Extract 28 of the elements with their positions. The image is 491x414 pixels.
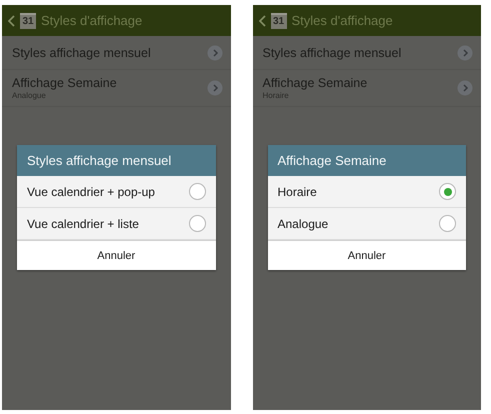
back-icon[interactable] xyxy=(8,14,15,26)
option-row[interactable]: Horaire xyxy=(268,176,466,208)
radio-button[interactable] xyxy=(188,183,206,200)
calendar-icon: 31 xyxy=(20,12,36,28)
radio-button[interactable] xyxy=(439,183,456,200)
dialog-title: Styles affichage mensuel xyxy=(17,145,216,176)
calendar-icon: 31 xyxy=(270,12,286,28)
dialog-title: Affichage Semaine xyxy=(268,145,466,176)
option-label: Vue calendrier + liste xyxy=(27,216,139,230)
cancel-button[interactable]: Annuler xyxy=(17,240,216,270)
setting-label: Affichage Semaine xyxy=(12,76,117,90)
screen-title: Styles d'affichage xyxy=(41,13,142,28)
cancel-button[interactable]: Annuler xyxy=(268,240,466,270)
chevron-icon xyxy=(457,44,473,60)
chevron-icon xyxy=(457,80,473,96)
option-row[interactable]: Vue calendrier + pop-up xyxy=(17,176,216,208)
radio-button[interactable] xyxy=(439,215,456,232)
setting-label: Styles affichage mensuel xyxy=(12,46,151,60)
option-label: Vue calendrier + pop-up xyxy=(27,184,155,198)
chevron-icon xyxy=(206,44,222,60)
setting-label: Styles affichage mensuel xyxy=(262,46,402,60)
back-icon[interactable] xyxy=(258,14,266,26)
option-label: Analogue xyxy=(278,216,328,230)
setting-label: Affichage Semaine xyxy=(262,76,368,90)
option-label: Horaire xyxy=(278,184,317,198)
chevron-icon xyxy=(206,80,222,96)
screen-title: Styles d'affichage xyxy=(292,13,393,28)
radio-button[interactable] xyxy=(188,215,206,232)
